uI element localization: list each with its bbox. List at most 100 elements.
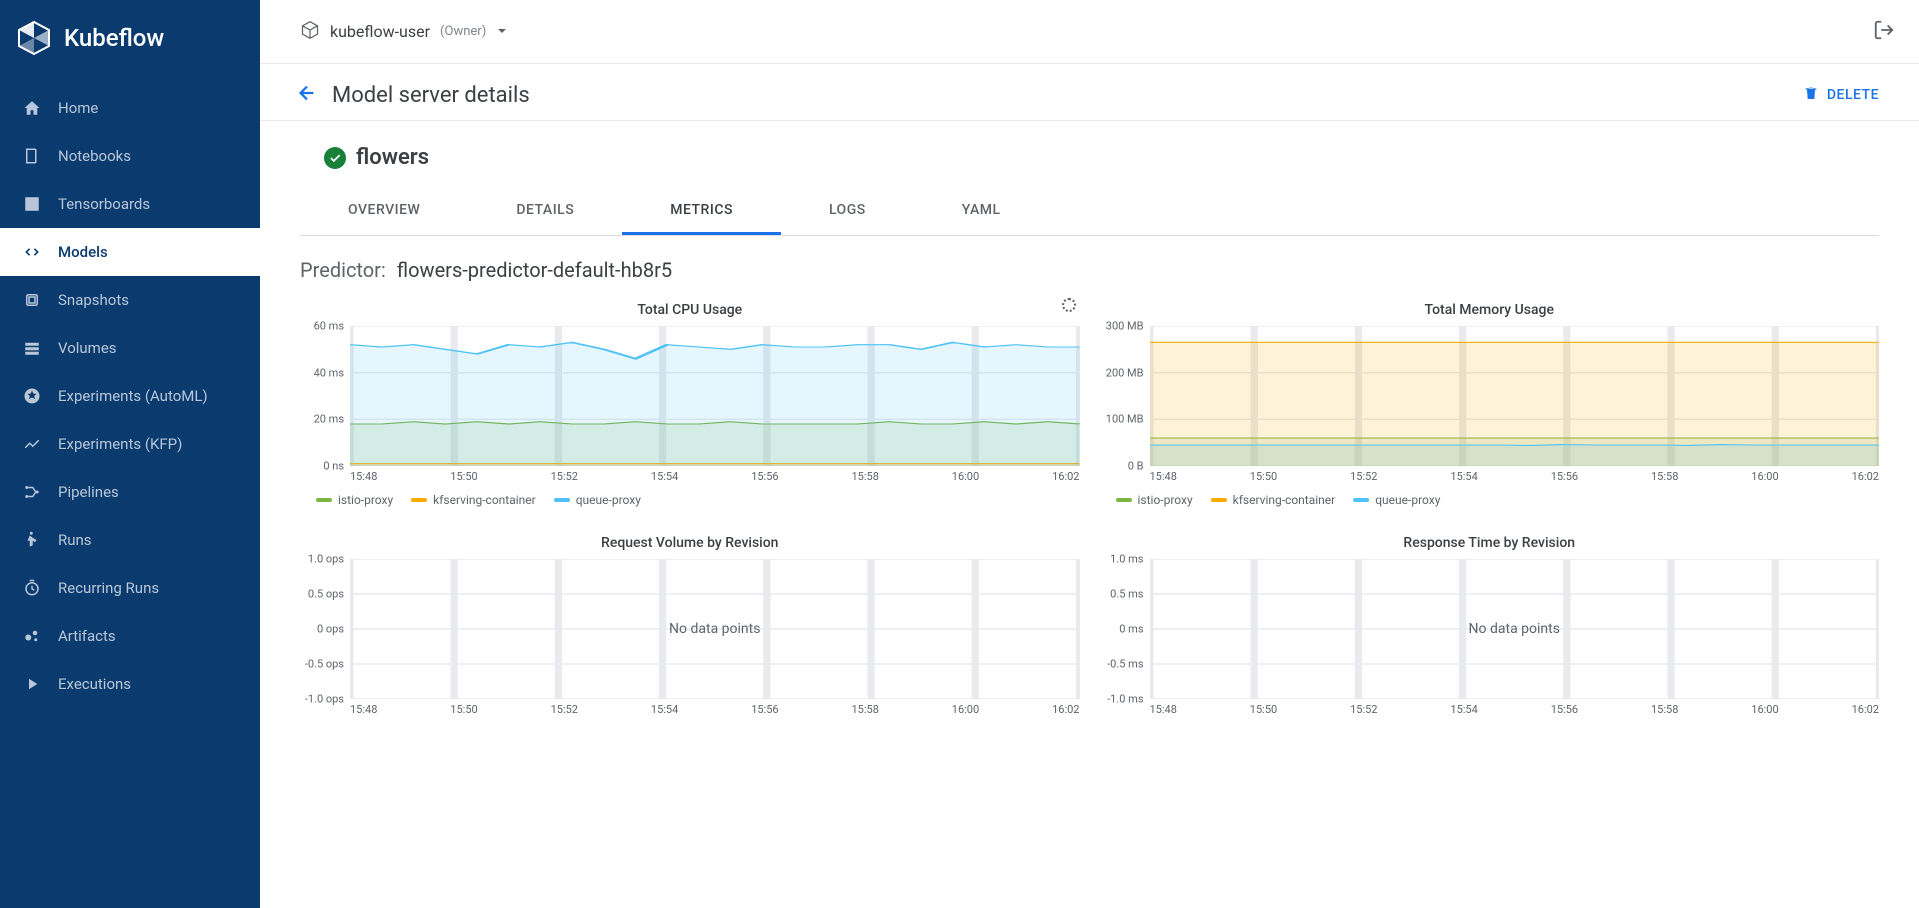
- chart-x-tick: 15:54: [1450, 470, 1477, 483]
- back-arrow-icon[interactable]: [296, 82, 318, 108]
- sidebar-item-label: Home: [58, 99, 98, 117]
- bubble-icon: [22, 626, 42, 646]
- legend-swatch-icon: [1116, 498, 1132, 502]
- chart-title: Total Memory Usage: [1100, 294, 1880, 326]
- logout-icon[interactable]: [1873, 19, 1895, 45]
- chart-x-tick: 15:56: [751, 703, 778, 716]
- model-name: flowers: [356, 145, 429, 170]
- sidebar-item-models[interactable]: Models: [0, 228, 260, 276]
- chart-x-tick: 15:52: [551, 470, 578, 483]
- delete-button[interactable]: DELETE: [1803, 85, 1879, 105]
- legend-item[interactable]: queue-proxy: [1353, 493, 1440, 507]
- topbar: kubeflow-user (Owner): [260, 0, 1919, 64]
- sidebar-item-runs[interactable]: Runs: [0, 516, 260, 564]
- legend-label: istio-proxy: [1138, 493, 1193, 507]
- code-icon: [22, 242, 42, 262]
- chart-x-tick: 16:02: [1852, 470, 1879, 483]
- home-icon: [22, 98, 42, 118]
- legend-item[interactable]: istio-proxy: [316, 493, 393, 507]
- chart-panel: Request Volume by Revision1.0 ops0.5 ops…: [300, 527, 1080, 716]
- chevron-down-icon: [496, 22, 508, 41]
- loading-spinner-icon: [1062, 298, 1076, 312]
- chart-panel: Response Time by Revision1.0 ms0.5 ms0 m…: [1100, 527, 1880, 716]
- model-heading: flowers: [300, 121, 1879, 180]
- chart-y-tick: -0.5 ops: [305, 658, 350, 671]
- chart-title: Total CPU Usage: [300, 294, 1080, 326]
- chart-x-tick: 15:50: [450, 470, 477, 483]
- legend-item[interactable]: kfserving-container: [1211, 493, 1336, 507]
- page-title: Model server details: [332, 83, 530, 108]
- chart-x-tick: 15:48: [1150, 703, 1177, 716]
- storage-icon: [22, 338, 42, 358]
- tab-metrics[interactable]: METRICS: [622, 188, 781, 235]
- chart-panel: Total CPU Usage60 ms40 ms20 ms0 ns15:481…: [300, 294, 1080, 507]
- sidebar-item-notebooks[interactable]: Notebooks: [0, 132, 260, 180]
- chart-x-tick: 15:58: [1651, 703, 1678, 716]
- run-icon: [22, 530, 42, 550]
- chart-y-tick: 40 ms: [314, 366, 350, 379]
- chart-y-tick: 0.5 ops: [308, 588, 350, 601]
- sidebar-item-tensorboards[interactable]: Tensorboards: [0, 180, 260, 228]
- chart-area: 1.0 ops0.5 ops0 ops-0.5 ops-1.0 opsNo da…: [350, 559, 1080, 699]
- sidebar-item-label: Snapshots: [58, 291, 129, 309]
- sidebar-item-snapshots[interactable]: Snapshots: [0, 276, 260, 324]
- chart-x-tick: 15:58: [1651, 470, 1678, 483]
- chart-legend: istio-proxy kfserving-container queue-prox…: [1116, 483, 1880, 507]
- chart-area: 60 ms40 ms20 ms0 ns: [350, 326, 1080, 466]
- sidebar-item-recurring-runs[interactable]: Recurring Runs: [0, 564, 260, 612]
- trash-icon: [1803, 85, 1819, 105]
- chart-y-tick: 1.0 ops: [308, 553, 350, 566]
- legend-label: kfserving-container: [1233, 493, 1336, 507]
- sidebar-item-label: Artifacts: [58, 627, 116, 645]
- chart-y-tick: 0.5 ms: [1110, 588, 1149, 601]
- sidebar-item-label: Experiments (KFP): [58, 435, 182, 453]
- sidebar-item-label: Tensorboards: [58, 195, 150, 213]
- logo[interactable]: Kubeflow: [0, 0, 260, 84]
- book-icon: [22, 146, 42, 166]
- chart-x-tick: 15:56: [1551, 703, 1578, 716]
- chart-y-tick: 20 ms: [314, 413, 350, 426]
- chart-y-tick: 0 ns: [323, 460, 350, 473]
- sidebar-item-artifacts[interactable]: Artifacts: [0, 612, 260, 660]
- chart-x-tick: 15:50: [450, 703, 477, 716]
- chart-x-axis: 15:4815:5015:5215:5415:5615:5816:0016:02: [350, 699, 1080, 716]
- sidebar-item-label: Runs: [58, 531, 92, 549]
- pipeline-icon: [22, 482, 42, 502]
- legend-swatch-icon: [411, 498, 427, 502]
- namespace-selector[interactable]: kubeflow-user (Owner): [300, 20, 508, 44]
- predictor-label: Predictor:: [300, 258, 386, 282]
- kubeflow-logo-icon: [16, 20, 52, 56]
- cube-icon: [300, 20, 320, 44]
- sidebar: Kubeflow Home Notebooks Tensorboards Models…: [0, 0, 260, 908]
- science-icon: [22, 386, 42, 406]
- sidebar-item-volumes[interactable]: Volumes: [0, 324, 260, 372]
- tab-yaml[interactable]: YAML: [914, 188, 1049, 235]
- sidebar-item-pipelines[interactable]: Pipelines: [0, 468, 260, 516]
- predictor-row: Predictor: flowers-predictor-default-hb8…: [300, 236, 1879, 294]
- chart-y-tick: 300 MB: [1106, 320, 1150, 333]
- chart-y-tick: 100 MB: [1106, 413, 1150, 426]
- legend-item[interactable]: istio-proxy: [1116, 493, 1193, 507]
- sidebar-item-experiments-automl-[interactable]: Experiments (AutoML): [0, 372, 260, 420]
- layers-icon: [22, 290, 42, 310]
- chart-x-tick: 16:00: [1751, 703, 1778, 716]
- tab-details[interactable]: DETAILS: [468, 188, 622, 235]
- chart-area: 300 MB200 MB100 MB0 B: [1150, 326, 1880, 466]
- chart-x-tick: 16:02: [1052, 703, 1079, 716]
- tab-logs[interactable]: LOGS: [781, 188, 914, 235]
- legend-item[interactable]: kfserving-container: [411, 493, 536, 507]
- play-icon: [22, 674, 42, 694]
- chart-x-tick: 15:50: [1250, 470, 1277, 483]
- chart-panel: Total Memory Usage300 MB200 MB100 MB0 B1…: [1100, 294, 1880, 507]
- legend-label: queue-proxy: [1375, 493, 1440, 507]
- legend-swatch-icon: [1211, 498, 1227, 502]
- chart-x-axis: 15:4815:5015:5215:5415:5615:5816:0016:02: [1150, 466, 1880, 483]
- sidebar-item-label: Executions: [58, 675, 131, 693]
- sidebar-item-experiments-kfp-[interactable]: Experiments (KFP): [0, 420, 260, 468]
- legend-item[interactable]: queue-proxy: [554, 493, 641, 507]
- chart-x-tick: 16:00: [1751, 470, 1778, 483]
- sidebar-item-executions[interactable]: Executions: [0, 660, 260, 708]
- sidebar-item-home[interactable]: Home: [0, 84, 260, 132]
- chart-area: 1.0 ms0.5 ms0 ms-0.5 ms-1.0 msNo data po…: [1150, 559, 1880, 699]
- tab-overview[interactable]: OVERVIEW: [300, 188, 468, 235]
